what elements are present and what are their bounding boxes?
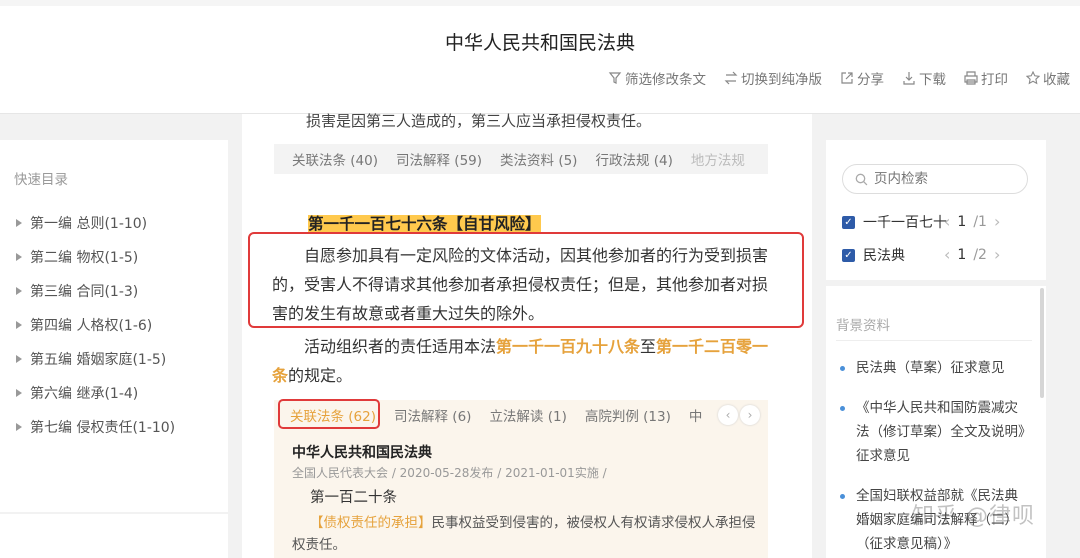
toolbar: 筛选修改条文 切换到纯净版 分享 下载 打印 收藏 [608,68,1070,88]
related-law-name[interactable]: 中华人民共和国民法典 [292,442,432,462]
toc-item[interactable]: 第一编 总则(1-10) [16,206,175,240]
toc-item[interactable]: 第五编 婚姻家庭(1-5) [16,342,175,376]
switch-icon [724,71,738,85]
watermark: 知乎 @律呗 [912,504,1035,529]
caret-right-icon [16,423,22,431]
share-button[interactable]: 分享 [840,68,884,88]
tab-high-court-cases[interactable]: 高院判例 (13) [585,405,671,425]
chevron-left-icon[interactable]: ‹ [718,405,738,425]
checkbox[interactable]: ✓ [842,248,855,262]
background-title: 背景资料 [836,318,890,334]
tab-local-regulations[interactable]: 地方法规 [691,149,745,169]
toc-item[interactable]: 第四编 人格权(1-6) [16,308,175,342]
related-article-tag: 【债权责任的承担】 [310,515,432,531]
filter-label: 民法典 [863,248,905,264]
toc-item[interactable]: 第三编 合同(1-3) [16,274,175,308]
page-title: 中华人民共和国民法典 [444,32,635,54]
download-icon [903,72,915,85]
article-title: 【自甘风险】 [447,215,541,233]
star-icon [1026,71,1040,85]
pager-total: /1 [973,213,987,230]
related-tabs-previous: 关联法条 (40) 司法解释 (59) 类法资料 (5) 行政法规 (4) 地方… [274,144,768,174]
related-law-meta: 全国人民代表大会 / 2020-05-28发布 / 2021-01-01实施 / [292,466,607,480]
filter-label: 一千一百七十 [863,215,947,231]
tab-legislative-interpretation[interactable]: 立法解读 (1) [489,405,566,425]
filter-row: ✓ 民法典 [842,245,905,265]
favorite-button[interactable]: 收藏 [1026,68,1070,88]
top-strip [0,0,1080,6]
chevron-left-icon[interactable]: ‹ [944,245,950,264]
chevron-right-icon[interactable]: › [994,245,1000,264]
caret-right-icon [16,287,22,295]
tab-more[interactable]: 中 [689,405,703,425]
toc-item[interactable]: 第七编 侵权责任(1-10) [16,410,175,444]
toc-list: 第一编 总则(1-10) 第二编 物权(1-5) 第三编 合同(1-3) 第四编… [16,206,175,444]
article-number: 第一千一百七十六条 [308,215,448,233]
search-input[interactable] [874,171,1014,187]
article-link[interactable]: 第一千一百九十八条 [496,337,640,356]
related-article-number: 第一百二十条 [310,490,397,506]
filter-changes-button[interactable]: 筛选修改条文 [608,68,706,88]
pager-current: 1 [957,246,967,263]
background-item[interactable]: 民法典（草案）征求意见 [838,356,1028,380]
scrollbar[interactable] [1040,288,1044,398]
background-item[interactable]: 《中华人民共和国防震减灾法（修订草案）全文及说明》征求意见 [838,396,1028,468]
checkbox[interactable]: ✓ [842,215,855,229]
switch-clean-version-button[interactable]: 切换到纯净版 [724,68,822,88]
pager-total: /2 [973,246,987,263]
divider [836,340,1032,341]
tab-related-laws[interactable]: 关联法条 (40) [292,149,378,169]
tab-administrative-regulations[interactable]: 行政法规 (4) [595,149,672,169]
caret-right-icon [16,219,22,227]
share-icon [841,72,853,84]
article-heading: 第一千一百七十六条【自甘风险】 [308,212,541,234]
print-icon [964,71,978,85]
search-box [842,164,1028,194]
filter-row: ✓ 一千一百七十 [842,212,947,232]
download-button[interactable]: 下载 [902,68,946,88]
caret-right-icon [16,253,22,261]
tab-similar-materials[interactable]: 类法资料 (5) [500,149,577,169]
tab-judicial-interpretation[interactable]: 司法解释 (6) [394,405,471,425]
article-content: 损害是因第三人造成的，第三人应当承担侵权责任。 关联法条 (40) 司法解释 (… [242,112,812,558]
toc-item[interactable]: 第二编 物权(1-5) [16,240,175,274]
left-bottom-panel [0,514,228,558]
search-icon [855,173,868,185]
tab-annotation-box [278,399,380,429]
previous-article-tail: 损害是因第三人造成的，第三人应当承担侵权责任。 [306,112,652,130]
quick-toc-label: 快速目录 [14,172,68,188]
caret-right-icon [16,389,22,397]
caret-right-icon [16,321,22,329]
chevron-right-icon[interactable]: › [994,212,1000,231]
quick-toc-panel: 快速目录 第一编 总则(1-10) 第二编 物权(1-5) 第三编 合同(1-3… [0,140,228,512]
related-article-body: 【债权责任的承担】民事权益受到侵害的，被侵权人有权请求侵权人承担侵权责任。 [292,515,756,553]
print-button[interactable]: 打印 [964,68,1008,88]
chevron-left-icon[interactable]: ‹ [944,212,950,231]
tab-scroll-arrows: ‹ › [718,405,760,425]
filter-pager: ‹ 1/2 › [944,245,1000,264]
filter-icon [608,72,622,84]
chevron-right-icon[interactable]: › [740,405,760,425]
tab-judicial-interpretation[interactable]: 司法解释 (59) [396,149,482,169]
highlight-annotation-box [248,232,804,328]
pager-current: 1 [957,213,967,230]
caret-right-icon [16,355,22,363]
header: 中华人民共和国民法典 筛选修改条文 切换到纯净版 分享 下载 打印 收藏 [0,0,1080,114]
page-search-panel: ✓ 一千一百七十 ‹ 1/1 › ✓ 民法典 ‹ 1/2 › [826,140,1046,280]
article-paragraph-2: 活动组织者的责任适用本法第一千一百九十八条至第一千二百零一条的规定。 [272,337,769,385]
toc-item[interactable]: 第六编 继承(1-4) [16,376,175,410]
filter-pager: ‹ 1/1 › [944,212,1000,231]
